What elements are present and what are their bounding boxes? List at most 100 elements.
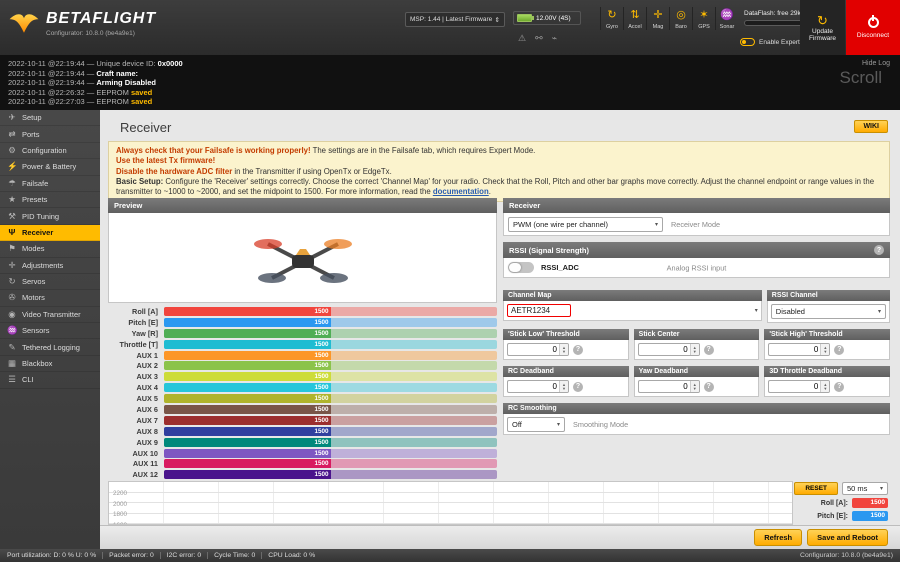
chevron-down-icon: ▾	[556, 421, 560, 428]
main-content: Receiver WIKI Always check that your Fai…	[100, 110, 900, 549]
rssi-adc-toggle[interactable]	[508, 262, 534, 273]
sidebar-item-power-battery[interactable]: ⚡ Power & Battery	[0, 159, 100, 176]
legend-value-chip: 1500	[852, 498, 888, 508]
channel-bar: 1500	[164, 437, 497, 447]
tuning-icon: ⚒	[8, 210, 16, 221]
bolt-icon: ⚡	[7, 161, 18, 172]
spinner-icon[interactable]: ▲ ▼	[820, 344, 830, 355]
3d-throttle-deadband-header: 3D Throttle Deadband	[764, 366, 891, 377]
log-line: 2022-10-11 @22:19:44 — Arming Disabled	[8, 78, 156, 88]
yaw-deadband-header: Yaw Deadband	[633, 366, 760, 377]
legend-row: Roll [A]: 1500	[821, 498, 888, 508]
sidebar-item-adjustments[interactable]: ✛ Adjustments	[0, 258, 100, 274]
motor-icon: ✇	[8, 292, 16, 303]
sidebar-item-configuration[interactable]: ⚙ Configuration	[0, 143, 100, 160]
sidebar-item-tethered-logging[interactable]: ✎ Tethered Logging	[0, 339, 100, 356]
sidebar-item-servos[interactable]: ↻ Servos	[0, 274, 100, 291]
disconnect-button[interactable]: Disconnect	[846, 0, 900, 55]
channel-row: AUX 9 1500	[108, 437, 497, 448]
sidebar-item-receiver[interactable]: Ψ Receiver	[0, 224, 100, 242]
documentation-link[interactable]: documentation	[433, 187, 489, 196]
help-icon[interactable]: ?	[573, 344, 583, 355]
spinner-icon[interactable]: ▲ ▼	[820, 381, 830, 392]
accel-icon: ⇅	[630, 9, 640, 21]
mag-icon: ✛	[653, 9, 663, 21]
quad-icon: ✈	[8, 112, 16, 123]
reset-button[interactable]: RESET	[794, 482, 838, 495]
updown-icon: ⇕	[494, 16, 500, 24]
sidebar-item-sensors[interactable]: ♒ Sensors	[0, 323, 100, 340]
channel-bar: 1500	[164, 339, 497, 349]
sidebar-item-blackbox[interactable]: ▦ Blackbox	[0, 356, 100, 373]
toggle-icon[interactable]	[740, 38, 755, 46]
update-firmware-button[interactable]: ↻ Update Firmware	[800, 0, 845, 55]
stick-center-input[interactable]: ▲▼	[637, 343, 700, 356]
firmware-version-select[interactable]: MSP: 1.44 | Latest Firmware ⇕	[405, 12, 505, 27]
help-icon[interactable]: ?	[703, 344, 714, 355]
receiver-panel-header: Receiver	[503, 198, 890, 213]
sidebar-item-failsafe[interactable]: ☂ Failsafe	[0, 176, 100, 192]
gps-icon: ✶	[699, 9, 709, 21]
servo-icon: ↻	[8, 276, 16, 287]
betaflight-configurator-window: BETAFLIGHT Configurator: 10.8.0 (be4a9e1…	[0, 0, 900, 562]
refresh-button[interactable]: Refresh	[754, 529, 803, 546]
betaflight-logo-icon	[9, 13, 39, 33]
help-icon[interactable]: ?	[703, 381, 714, 392]
stick-center-header: Stick Center	[633, 329, 760, 340]
spinner-icon[interactable]: ▲ ▼	[559, 381, 568, 392]
port-utilization: Port utilization: D: 0 % U: 0 %	[7, 552, 104, 559]
sidebar-item-setup[interactable]: ✈ Setup	[0, 110, 100, 127]
note-box: Always check that your Failsafe is worki…	[108, 141, 890, 203]
save-and-reboot-button[interactable]: Save and Reboot	[807, 529, 888, 546]
spinner-icon[interactable]: ▲ ▼	[689, 381, 699, 392]
sensor-indicator-gyro: ↻ Gyro	[600, 7, 623, 30]
3d-throttle-deadband-input[interactable]: ▲▼	[768, 380, 831, 393]
status-icons: ⚠ ⚯ ⌁	[518, 33, 557, 44]
chevron-down-icon[interactable]: ▾	[755, 307, 758, 314]
channel-row: Yaw [R] 1500	[108, 328, 497, 339]
sidebar-item-motors[interactable]: ✇ Motors	[0, 290, 100, 307]
help-icon[interactable]: ?	[573, 381, 583, 392]
yaw-deadband-input[interactable]: ▲▼	[637, 380, 700, 393]
rssi-channel-select[interactable]: Disabled ▾	[770, 304, 886, 319]
sidebar-item-cli[interactable]: ☰ CLI	[0, 372, 100, 389]
log-line: 2022-10-11 @22:19:44 — Craft name:	[8, 68, 139, 78]
stick-low-input[interactable]: ▲▼	[507, 343, 569, 356]
channel-row: AUX 11 1500	[108, 458, 497, 469]
help-icon[interactable]: ?	[834, 344, 845, 355]
channel-row: AUX 6 1500	[108, 404, 497, 415]
help-icon[interactable]: ?	[874, 245, 884, 255]
sensor-indicator-mag: ✛ Mag	[646, 7, 669, 30]
help-icon[interactable]: ?	[834, 381, 845, 392]
channel-map-header: Channel Map	[503, 290, 762, 301]
wiki-button[interactable]: WIKI	[854, 120, 888, 133]
channel-map-input[interactable]	[507, 304, 571, 317]
spinner-icon[interactable]: ▲ ▼	[689, 344, 699, 355]
chevron-down-icon: ▾	[654, 221, 658, 228]
channel-row: AUX 12 1500	[108, 469, 497, 480]
sidebar-item-presets[interactable]: ★ Presets	[0, 192, 100, 209]
stick-high-input[interactable]: ▲▼	[768, 343, 831, 356]
receiver-mode-select[interactable]: PWM (one wire per channel) ▾	[508, 216, 663, 232]
log-line: 2022-10-11 @22:26:32 — EEPROM saved	[8, 87, 153, 97]
channel-bar: 1500	[164, 350, 497, 360]
sidebar-item-pid-tuning[interactable]: ⚒ PID Tuning	[0, 208, 100, 225]
scroll-indicator[interactable]: Scroll	[839, 69, 882, 85]
rc-smoothing-select[interactable]: Off ▾	[507, 416, 565, 432]
sidebar-item-ports[interactable]: ⇄ Ports	[0, 126, 100, 143]
rssi-panel-header: RSSI (Signal Strength) ?	[503, 242, 890, 258]
channel-row: Throttle [T] 1500	[108, 339, 497, 350]
sidebar-item-modes[interactable]: ⚑ Modes	[0, 241, 100, 258]
log-line: 2022-10-11 @22:19:44 — Unique device ID:…	[8, 59, 183, 68]
channel-bar: 1500	[164, 415, 497, 425]
rssi-adc-label: RSSI_ADC	[541, 263, 579, 272]
parachute-icon: ☂	[8, 177, 16, 188]
sensor-indicator-sonar: ♒ Sonar	[715, 7, 738, 30]
status-bar: Port utilization: D: 0 % U: 0 % Packet e…	[0, 549, 900, 562]
spinner-icon[interactable]: ▲ ▼	[559, 344, 568, 355]
sidebar-item-video-transmitter[interactable]: ◉ Video Transmitter	[0, 307, 100, 324]
channel-bars: Roll [A] 1500 Pitch [E] 1500 Yaw [R] 1500 T…	[108, 306, 497, 480]
rc-deadband-input[interactable]: ▲▼	[507, 380, 569, 393]
refresh-interval-select[interactable]: 50 ms ▾	[842, 482, 888, 495]
rssi-channel-header: RSSI Channel	[766, 290, 890, 301]
